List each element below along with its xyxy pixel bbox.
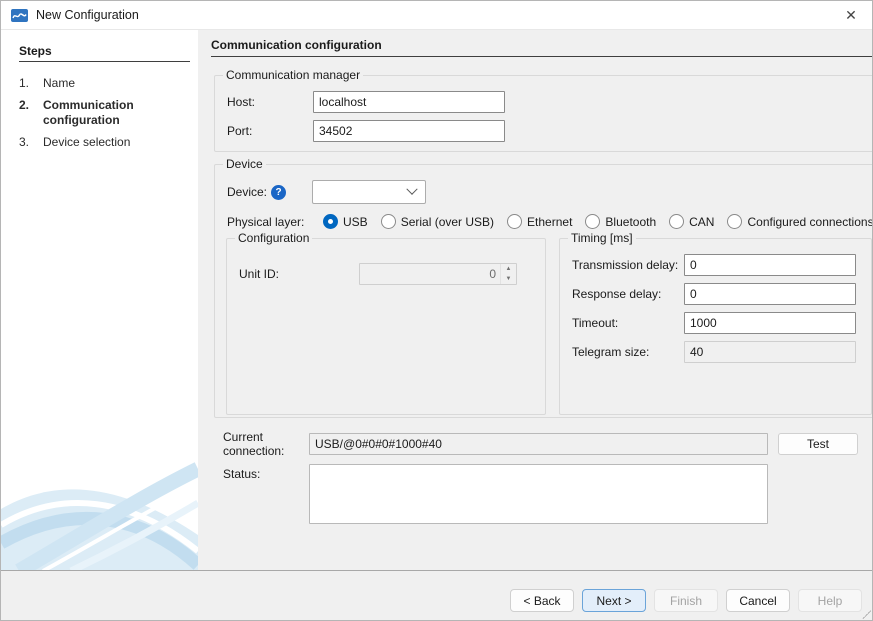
timing-group: Timing [ms] Transmission delay: Respon [559, 231, 872, 415]
unit-id-input[interactable] [360, 264, 500, 284]
configuration-group: Configuration Unit ID: ▲ ▼ [226, 231, 546, 415]
unit-id-label: Unit ID: [239, 267, 335, 281]
test-button[interactable]: Test [778, 433, 858, 455]
physical-layer-option[interactable]: Bluetooth [585, 214, 656, 229]
help-button[interactable]: Help [798, 589, 862, 612]
current-connection-field[interactable] [309, 433, 768, 455]
communication-manager-group: Communication manager Host: Port: [214, 68, 873, 152]
spin-down-icon[interactable]: ▼ [501, 274, 516, 284]
timing-field-label: Timeout: [572, 316, 684, 330]
timing-row: Transmission delay: [572, 254, 863, 276]
steps-sidebar: Steps 1. Name 2. Communication configura… [1, 30, 198, 571]
device-legend: Device [223, 157, 266, 171]
step-label: Name [43, 76, 190, 91]
radio-icon [727, 214, 742, 229]
steps-list: 1. Name 2. Communication configuration 3… [19, 76, 190, 150]
timing-field-input[interactable] [684, 341, 856, 363]
chevron-down-icon [406, 184, 417, 195]
timing-row: Telegram size: [572, 341, 863, 363]
dialog-window: New Configuration ✕ Steps 1. Name 2. Com… [0, 0, 873, 621]
timing-field-label: Telegram size: [572, 345, 684, 359]
title-bar: New Configuration ✕ [1, 1, 872, 30]
step-item: 1. Name [19, 76, 190, 91]
timing-row: Timeout: [572, 312, 863, 334]
physical-layer-option[interactable]: Serial (over USB) [381, 214, 494, 229]
timing-field-input[interactable] [684, 254, 856, 276]
timing-fields: Transmission delay: Response delay: [568, 254, 863, 363]
status-box[interactable] [309, 464, 768, 524]
app-icon [11, 9, 28, 22]
step-item: 3. Device selection [19, 135, 190, 150]
steps-heading: Steps [19, 44, 190, 62]
unit-id-stepper[interactable]: ▲ ▼ [359, 263, 517, 285]
decorative-swoosh-graphic [1, 439, 198, 571]
timing-row: Response delay: [572, 283, 863, 305]
window-title: New Configuration [36, 8, 139, 22]
configuration-legend: Configuration [235, 231, 312, 245]
radio-icon [669, 214, 684, 229]
radio-label: CAN [689, 215, 714, 229]
spin-up-icon[interactable]: ▲ [501, 264, 516, 274]
radio-icon [585, 214, 600, 229]
radio-icon [323, 214, 338, 229]
back-button[interactable]: < Back [510, 589, 574, 612]
physical-layer-option[interactable]: CAN [669, 214, 714, 229]
physical-layer-option[interactable]: Configured connections [727, 214, 873, 229]
radio-label: Bluetooth [605, 215, 656, 229]
port-label: Port: [227, 124, 313, 138]
status-label: Status: [223, 467, 309, 481]
device-group: Device Device: ? Physical layer: [214, 157, 873, 418]
port-input[interactable] [313, 120, 505, 142]
timing-field-label: Response delay: [572, 287, 684, 301]
radio-icon [381, 214, 396, 229]
physical-layer-option[interactable]: Ethernet [507, 214, 572, 229]
timing-field-input[interactable] [684, 312, 856, 334]
device-label: Device: [227, 185, 267, 199]
physical-layer-options: USB Serial (over USB) Ethernet [323, 214, 873, 229]
host-input[interactable] [313, 91, 505, 113]
step-number: 1. [19, 76, 43, 91]
help-icon[interactable]: ? [271, 185, 286, 200]
timing-legend: Timing [ms] [568, 231, 636, 245]
close-icon[interactable]: ✕ [830, 1, 872, 29]
radio-label: Configured connections [747, 215, 873, 229]
communication-manager-legend: Communication manager [223, 68, 363, 82]
step-number: 3. [19, 135, 43, 150]
finish-button[interactable]: Finish [654, 589, 718, 612]
timing-field-input[interactable] [684, 283, 856, 305]
step-item: 2. Communication configuration [19, 98, 190, 128]
radio-label: USB [343, 215, 368, 229]
radio-icon [507, 214, 522, 229]
physical-layer-option[interactable]: USB [323, 214, 368, 229]
next-button[interactable]: Next > [582, 589, 646, 612]
step-number: 2. [19, 98, 43, 128]
footer-buttons: < Back Next > Finish Cancel Help [1, 571, 872, 612]
spin-buttons[interactable]: ▲ ▼ [500, 264, 516, 284]
radio-label: Serial (over USB) [401, 215, 494, 229]
page-title: Communication configuration [211, 38, 873, 57]
main-panel: Communication configuration Communicatio… [198, 30, 873, 571]
device-dropdown[interactable] [312, 180, 426, 204]
timing-field-label: Transmission delay: [572, 258, 684, 272]
cancel-button[interactable]: Cancel [726, 589, 790, 612]
step-label: Device selection [43, 135, 190, 150]
current-connection-label: Current connection: [223, 430, 309, 458]
host-label: Host: [227, 95, 313, 109]
resize-grip[interactable] [861, 609, 871, 619]
radio-label: Ethernet [527, 215, 572, 229]
physical-layer-label: Physical layer: [227, 215, 323, 229]
footer-bar: < Back Next > Finish Cancel Help [1, 570, 872, 620]
step-label: Communication configuration [43, 98, 190, 128]
